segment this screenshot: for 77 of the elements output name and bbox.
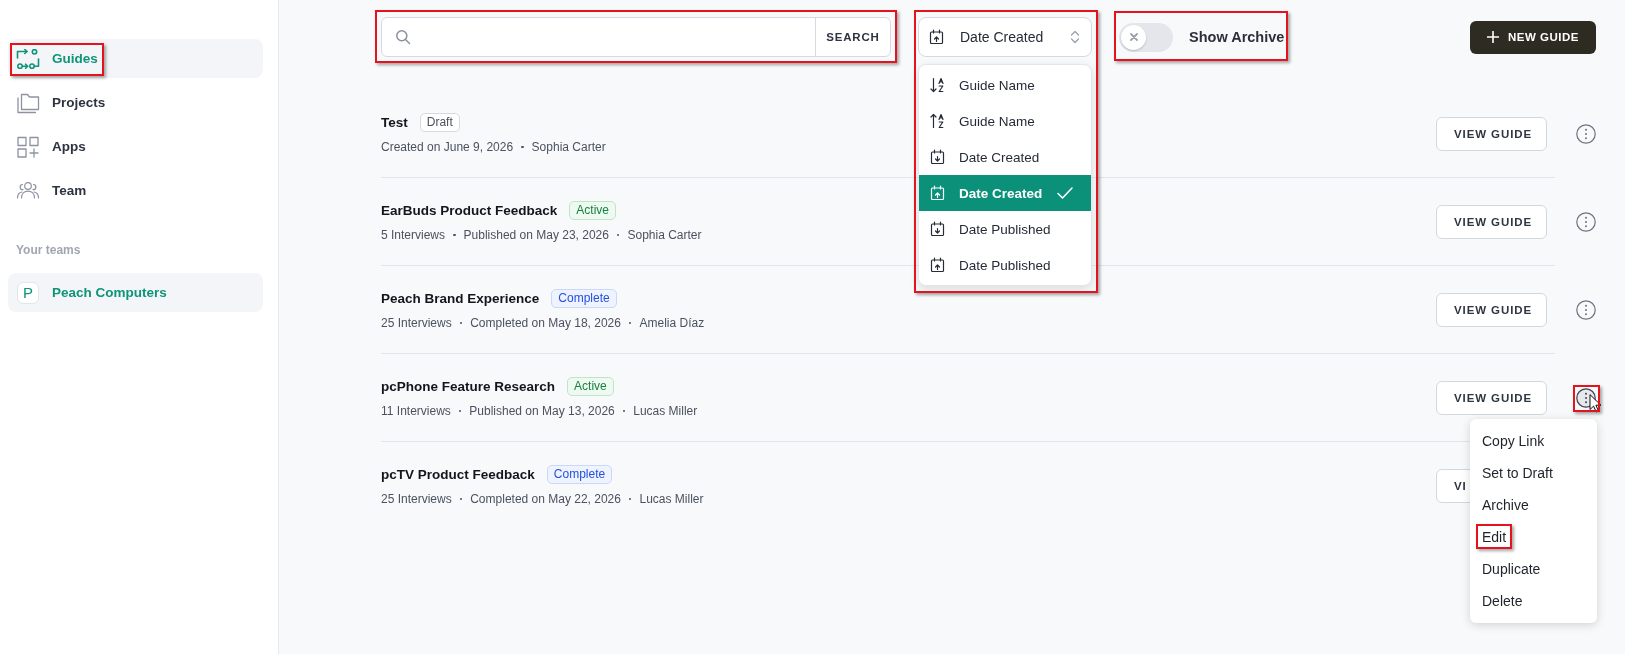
x-icon [1129, 33, 1138, 41]
meta-text: Sophia Carter [627, 228, 702, 242]
search-field[interactable]: SEARCH [381, 17, 891, 57]
guide-title: pcTV Product Feedback [381, 466, 535, 482]
guide-title: EarBuds Product Feedback [381, 202, 558, 218]
more-options-button[interactable] [1576, 300, 1596, 320]
toggle-label: Show Archive [1189, 29, 1285, 45]
menu-item[interactable]: Edit [1470, 521, 1597, 553]
calendar-arrow-down-icon [930, 149, 945, 165]
guide-title: pcPhone Feature Research [381, 378, 556, 394]
calendar-arrow-down-icon [930, 221, 945, 237]
cursor-icon [1589, 394, 1601, 413]
plus-icon [1487, 31, 1499, 43]
status-badge: Draft [419, 112, 460, 132]
more-options-button[interactable] [1576, 124, 1596, 144]
archive-toggle[interactable] [1119, 22, 1173, 52]
meta-text: Completed on May 18, 2026 [470, 316, 621, 330]
nav-item[interactable]: Projects [8, 83, 263, 122]
meta-text: Created on June 9, 2026 [381, 140, 514, 154]
menu-item[interactable]: Duplicate [1470, 553, 1597, 585]
meta-text: Sophia Carter [531, 140, 606, 154]
menu-item[interactable]: Set to Draft [1470, 457, 1597, 489]
new-guide-button[interactable]: NEW GUIDE [1470, 20, 1596, 54]
workspace-avatar: P [17, 281, 39, 304]
section-heading: Your teams [16, 243, 81, 257]
separator-dot-icon [521, 145, 524, 149]
meta-text: 25 Interviews [381, 316, 452, 330]
separator-dot-icon [453, 233, 456, 237]
guide-title: Test [381, 114, 408, 130]
meta-text: Amelia Díaz [639, 316, 705, 330]
more-vertical-icon [1576, 212, 1596, 232]
nav-item[interactable]: Team [8, 171, 263, 210]
check-icon [1057, 187, 1073, 199]
view-guide-button[interactable]: VIEW GUIDE [1436, 205, 1547, 239]
menu-item[interactable]: Archive [1470, 489, 1597, 521]
more-vertical-icon [1576, 300, 1596, 320]
nav-item[interactable]: Apps [8, 127, 263, 166]
view-guide-button[interactable]: VIEW GUIDE [1436, 381, 1547, 415]
sort-az-down-icon [930, 77, 945, 93]
meta-text: Completed on May 22, 2026 [470, 492, 621, 506]
more-options-button[interactable] [1576, 212, 1596, 232]
folders-icon [16, 91, 40, 114]
chevron-updown-icon [1070, 30, 1080, 44]
search-icon [395, 29, 411, 45]
meta-text: 5 Interviews [381, 228, 446, 242]
meta-text: Lucas Miller [633, 404, 698, 418]
sort-az-up-icon [930, 113, 945, 129]
workspace-item[interactable]: P Peach Computers [8, 273, 263, 312]
sort-option[interactable]: Date Published [919, 247, 1091, 283]
sort-select[interactable]: Date Created [918, 17, 1092, 57]
sort-option[interactable]: Date Created [919, 175, 1091, 211]
people-icon [16, 180, 40, 201]
meta-text: Published on May 13, 2026 [469, 404, 615, 418]
status-badge: Complete [546, 464, 613, 484]
guide-title: Peach Brand Experience [381, 290, 540, 306]
calendar-arrow-up-icon [930, 257, 945, 273]
sort-option[interactable]: Date Created [919, 139, 1091, 175]
search-button[interactable]: SEARCH [815, 18, 890, 56]
status-badge: Active [569, 200, 616, 220]
more-vertical-icon [1576, 124, 1596, 144]
calendar-arrow-up-icon [930, 185, 945, 201]
calendar-arrow-up-icon [929, 29, 944, 45]
status-badge: Active [567, 376, 614, 396]
menu-item[interactable]: Delete [1470, 585, 1597, 617]
apps-grid-icon [16, 135, 40, 158]
status-badge: Complete [551, 288, 617, 308]
meta-text: Published on May 23, 2026 [463, 228, 609, 242]
workflow-icon [16, 48, 40, 69]
view-guide-button[interactable]: VIEW GUIDE [1436, 293, 1547, 327]
sort-option[interactable]: Guide Name [919, 67, 1091, 103]
view-guide-button[interactable]: VIEW GUIDE [1436, 117, 1547, 151]
meta-text: 25 Interviews [381, 492, 452, 506]
menu-item[interactable]: Copy Link [1470, 425, 1597, 457]
sort-option[interactable]: Guide Name [919, 103, 1091, 139]
meta-text: Lucas Miller [639, 492, 704, 506]
sort-option[interactable]: Date Published [919, 211, 1091, 247]
meta-text: 11 Interviews [381, 404, 451, 418]
